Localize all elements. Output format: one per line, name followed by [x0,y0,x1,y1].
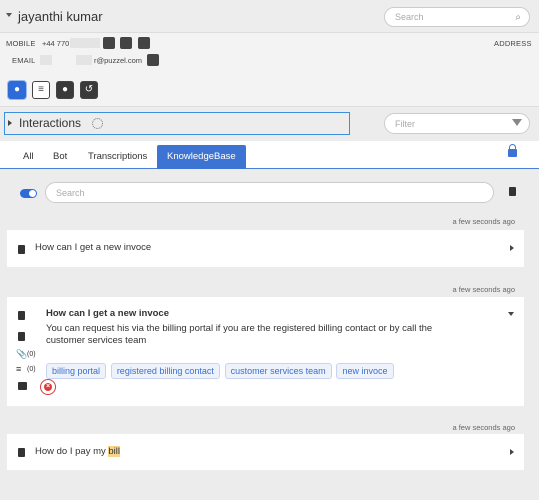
redacted-email-part [40,55,52,65]
interactions-title: Interactions [19,116,82,130]
kb-item-expanded: How can I get a new invoce You can reque… [7,297,524,406]
filter-input[interactable]: Filter [384,113,530,134]
redacted-email-part [76,55,92,65]
history-icon[interactable]: ↺ [80,81,98,99]
tab-bot[interactable]: Bot [53,151,67,162]
user-edit-icon[interactable]: ● [56,81,74,99]
tab-transcriptions[interactable]: Transcriptions [88,151,147,162]
kb-question: How do I pay my bill [35,446,121,457]
profile-view-icon[interactable]: ● [8,81,26,99]
document-icon[interactable] [509,187,516,196]
tag[interactable]: registered billing contact [110,363,220,379]
item-timestamp: a few seconds ago [452,285,515,294]
contact-details: MOBILE +44 770 ADDRESS EMAIL r@puzzel.co… [0,33,539,107]
address-label: ADDRESS [494,39,532,48]
tag[interactable]: billing portal [46,363,107,379]
kb-item-collapsed[interactable]: How do I pay my bill [7,434,524,470]
interactions-panel: All Bot Transcriptions KnowledgeBase Sea… [0,141,539,500]
loading-spinner-icon [92,118,103,129]
sms-icon[interactable] [138,37,150,49]
interactions-toggle[interactable]: Interactions [4,112,350,135]
article-icon [18,311,25,320]
contact-name: jayanthi kumar [18,9,103,24]
tab-knowledgebase[interactable]: KnowledgeBase [157,145,246,169]
kb-item-collapsed[interactable]: How can I get a new invoce [7,230,524,267]
list-count: (0) [27,366,36,373]
comment-icon[interactable] [18,382,27,390]
kb-toggle[interactable] [20,189,37,198]
tab-bar: All Bot Transcriptions KnowledgeBase [0,144,539,169]
email-label: EMAIL [12,56,36,65]
search-placeholder: Search [395,12,424,22]
attachment-icon[interactable]: 📎 [16,349,27,360]
kb-search-placeholder: Search [56,188,85,198]
kb-question: How can I get a new invoce [46,308,170,319]
list-icon[interactable]: ≡ [16,364,21,374]
tag[interactable]: customer services team [224,363,332,379]
tab-all[interactable]: All [23,151,34,162]
mobile-label: MOBILE [6,39,36,48]
contact-search-input[interactable]: Search ⌕ [384,7,530,27]
copy-answer-icon[interactable] [18,332,25,341]
tag-list: billing portal registered billing contac… [46,363,396,379]
article-icon [18,448,25,457]
kb-question-text: How do I pay my [35,446,109,457]
kb-search-input[interactable]: Search [45,182,494,203]
collapse-caret-icon[interactable] [6,13,12,17]
item-timestamp: a few seconds ago [452,423,515,432]
chevron-down-icon[interactable] [508,312,514,316]
redacted-mobile [70,38,100,48]
email-value: r@puzzel.com [94,56,143,65]
filter-placeholder: Filter [395,119,415,129]
interactions-bar: Interactions Filter [0,107,539,141]
contact-header: jayanthi kumar Search ⌕ [0,0,539,33]
article-icon [18,245,25,254]
search-highlight: bill [108,446,121,457]
kb-question: How can I get a new invoce [35,242,152,253]
call-icon[interactable] [120,37,132,49]
copy-email-icon[interactable] [147,54,159,66]
lock-icon[interactable] [508,144,517,157]
expand-icon [8,120,12,126]
notes-icon[interactable]: ≡ [32,81,50,99]
knowledgebase-content: Search a few seconds ago How can I get a… [0,169,539,500]
item-timestamp: a few seconds ago [452,217,515,226]
kb-answer: You can request his via the billing port… [46,323,433,346]
search-icon[interactable]: ⌕ [515,12,521,23]
filter-icon[interactable] [512,119,522,126]
tag[interactable]: new invoce [336,363,394,379]
chevron-right-icon[interactable] [510,245,514,251]
mobile-value: +44 770 [42,39,70,48]
copy-mobile-icon[interactable] [103,37,115,49]
attachments-count: (0) [27,351,36,358]
close-icon[interactable]: × [40,379,56,395]
chevron-right-icon[interactable] [510,449,514,455]
